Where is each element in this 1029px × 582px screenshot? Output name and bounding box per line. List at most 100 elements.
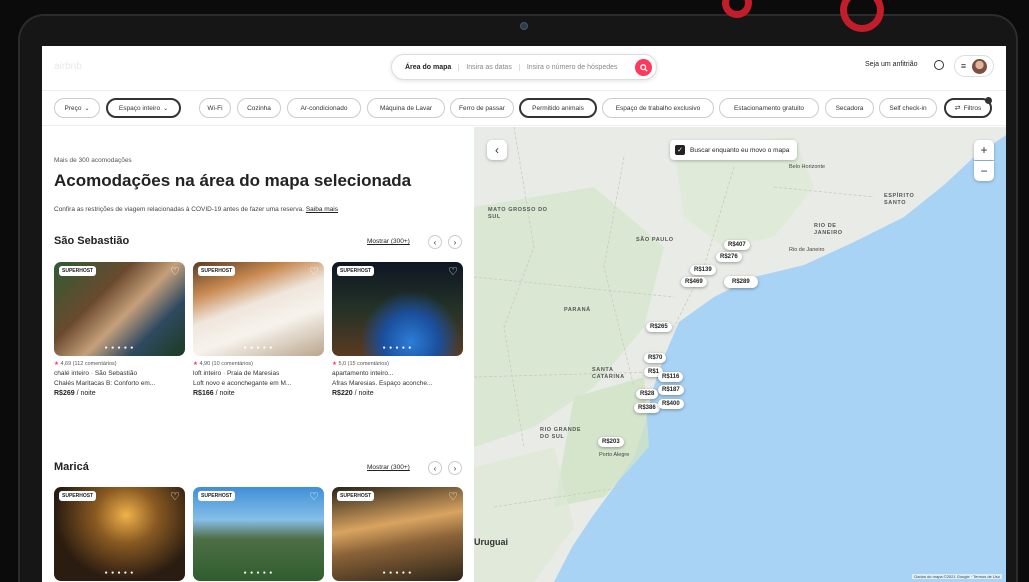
show-all-link[interactable]: Mostrar (300+) (367, 464, 410, 471)
listing-photo[interactable]: SUPERHOST ♡ ● ● ● ● ● (332, 487, 463, 581)
filter-bar: Preço ⌄ Espaço inteiro ⌄ Wi-Fi Cozinha Ar-… (42, 90, 1006, 126)
price-pin[interactable]: R$407 (724, 240, 750, 250)
covid-learn-more-link[interactable]: Saiba mais (306, 206, 338, 213)
map-collapse-button[interactable]: ‹ (487, 140, 507, 160)
next-arrow-button[interactable]: › (448, 461, 462, 475)
chevron-down-icon: ⌄ (84, 105, 90, 112)
listing-photo[interactable]: SUPERHOST ♡ ● ● ● ● ● (54, 262, 185, 356)
listing-photo[interactable]: SUPERHOST ♡ ● ● ● ● ● (332, 262, 463, 356)
search-guests[interactable]: Insira o número de hóspedes (520, 64, 625, 71)
filter-chip-dryer[interactable]: Secadora (825, 98, 874, 118)
sliders-icon: ⇄ (954, 105, 961, 112)
chip-label: Ar-condicionado (300, 104, 348, 112)
listing-name: Afras Maresias. Espaço aconche... (332, 380, 433, 387)
listing-card[interactable]: SUPERHOST ♡ ● ● ● ● ● ★ 4,90 (10 comentá… (193, 262, 324, 397)
show-all-link[interactable]: Mostrar (300+) (367, 238, 410, 245)
globe-icon[interactable] (934, 60, 944, 70)
listing-price: R$269 / noite (54, 390, 185, 397)
listing-rating: ★ 4,69 (112 comentários) (54, 361, 185, 367)
search-button[interactable] (635, 59, 652, 76)
heart-icon[interactable]: ♡ (448, 490, 458, 503)
listing-type: chalé inteiro · São Sebastião (54, 370, 138, 377)
map-city-label: Rio de Janeiro (789, 247, 825, 253)
listing-type: apartamento inteiro... (332, 370, 394, 377)
listing-photo[interactable]: SUPERHOST ♡ ● ● ● ● ● (193, 487, 324, 581)
section-title: Maricá (54, 461, 89, 473)
user-menu-button[interactable]: ≡ (954, 55, 994, 77)
price-pin[interactable]: R$276 (716, 252, 742, 262)
heart-icon[interactable]: ♡ (309, 265, 319, 278)
filter-chip-entire-place[interactable]: Espaço inteiro ⌄ (106, 98, 181, 118)
covid-notice: Confira as restrições de viagem relacion… (54, 206, 338, 213)
price-pin[interactable]: R$265 (646, 322, 672, 332)
filter-chip-kitchen[interactable]: Cozinha (237, 98, 281, 118)
superhost-badge: SUPERHOST (59, 491, 97, 501)
chip-label: Self check-in (889, 104, 927, 112)
map-city-label: Porto Alegre (599, 452, 630, 458)
carousel-dots: ● ● ● ● ● (104, 345, 135, 351)
become-host-link[interactable]: Seja um anfitrião (865, 61, 918, 68)
zoom-in-button[interactable]: + (974, 140, 994, 160)
filter-chip-iron[interactable]: Ferro de passar (450, 98, 514, 118)
next-arrow-button[interactable]: › (448, 235, 462, 249)
listing-card[interactable]: SUPERHOST ♡ ● ● ● ● ● (54, 487, 185, 581)
star-icon: ★ (54, 361, 59, 367)
filter-chip-wifi[interactable]: Wi-Fi (199, 98, 231, 118)
search-bar[interactable]: Área do mapa Insira as datas Insira o nú… (391, 54, 657, 80)
heart-icon[interactable]: ♡ (170, 265, 180, 278)
chip-label: Cozinha (247, 104, 271, 112)
listing-card[interactable]: SUPERHOST ♡ ● ● ● ● ● ★ 4,69 (112 coment… (54, 262, 185, 397)
review-count: (112 comentários) (72, 361, 117, 367)
rating-value: 4,90 (199, 361, 211, 367)
search-dates[interactable]: Insira as datas (459, 63, 520, 71)
chip-label: Permitido animais (532, 104, 584, 112)
prev-arrow-button[interactable]: ‹ (428, 235, 442, 249)
page-title: Acomodações na área do mapa selecionada (54, 171, 412, 190)
map-region-label: PARANÁ (564, 307, 591, 313)
listing-type: loft inteiro · Praia de Maresias (193, 370, 280, 377)
filter-chip-washer[interactable]: Máquina de Lavar (367, 98, 445, 118)
map-attribution[interactable]: Dados do mapa ©2021 Google · Termos de U… (912, 574, 1002, 579)
filter-chip-pets-allowed[interactable]: Permitido animais (519, 98, 597, 118)
heart-icon[interactable]: ♡ (309, 490, 319, 503)
price-pin[interactable]: R$386 (634, 403, 660, 413)
filter-chip-free-parking[interactable]: Estacionamento gratuito (719, 98, 819, 118)
listing-card[interactable]: SUPERHOST ♡ ● ● ● ● ● (193, 487, 324, 581)
price-value: R$269 (54, 390, 75, 397)
search-icon (639, 63, 648, 72)
listing-card[interactable]: SUPERHOST ♡ ● ● ● ● ● ★ 5,0 (15 comentár… (332, 262, 463, 397)
listing-photo[interactable]: SUPERHOST ♡ ● ● ● ● ● (54, 487, 185, 581)
price-pin[interactable]: R$139 (690, 265, 716, 275)
filter-chip-self-check-in[interactable]: Self check-in (879, 98, 937, 118)
avatar (972, 58, 988, 74)
listing-name: Loft novo e aconchegante em M... (193, 380, 292, 387)
price-pin[interactable]: R$203 (598, 437, 624, 447)
map-panel[interactable]: ‹ ✓ Buscar enquanto eu movo o mapa + − M… (474, 127, 1006, 582)
superhost-badge: SUPERHOST (337, 266, 375, 276)
prev-arrow-button[interactable]: ‹ (428, 461, 442, 475)
price-pin[interactable]: R$469 (681, 277, 707, 287)
filter-chip-workspace[interactable]: Espaço de trabalho exclusivo (602, 98, 714, 118)
price-pin[interactable]: R$400 (658, 399, 684, 409)
logo[interactable]: airbnb (54, 61, 82, 72)
map-region-label: RIO DE JANEIRO (814, 223, 843, 236)
filters-button[interactable]: ⇄ Filtros (944, 97, 992, 118)
search-as-move-toggle[interactable]: ✓ Buscar enquanto eu movo o mapa (670, 140, 798, 160)
listing-card[interactable]: SUPERHOST ♡ ● ● ● ● ● (332, 487, 463, 581)
heart-icon[interactable]: ♡ (448, 265, 458, 278)
price-pin[interactable]: R$289 (724, 276, 758, 288)
zoom-out-button[interactable]: − (974, 161, 994, 181)
toggle-label: Buscar enquanto eu movo o mapa (690, 146, 790, 154)
price-pin[interactable]: R$116 (658, 372, 684, 382)
checkbox-icon[interactable]: ✓ (675, 145, 685, 155)
heart-icon[interactable]: ♡ (170, 490, 180, 503)
price-pin[interactable]: R$187 (658, 385, 684, 395)
listing-photo[interactable]: SUPERHOST ♡ ● ● ● ● ● (193, 262, 324, 356)
filter-chip-air-conditioning[interactable]: Ar-condicionado (287, 98, 361, 118)
search-location[interactable]: Área do mapa (392, 63, 460, 71)
chip-label: Filtros (963, 104, 982, 112)
price-pin[interactable]: R$28 (636, 389, 659, 399)
filter-chip-price[interactable]: Preço ⌄ (54, 98, 100, 118)
price-pin[interactable]: R$70 (644, 353, 667, 363)
price-unit: / noite (215, 390, 235, 397)
